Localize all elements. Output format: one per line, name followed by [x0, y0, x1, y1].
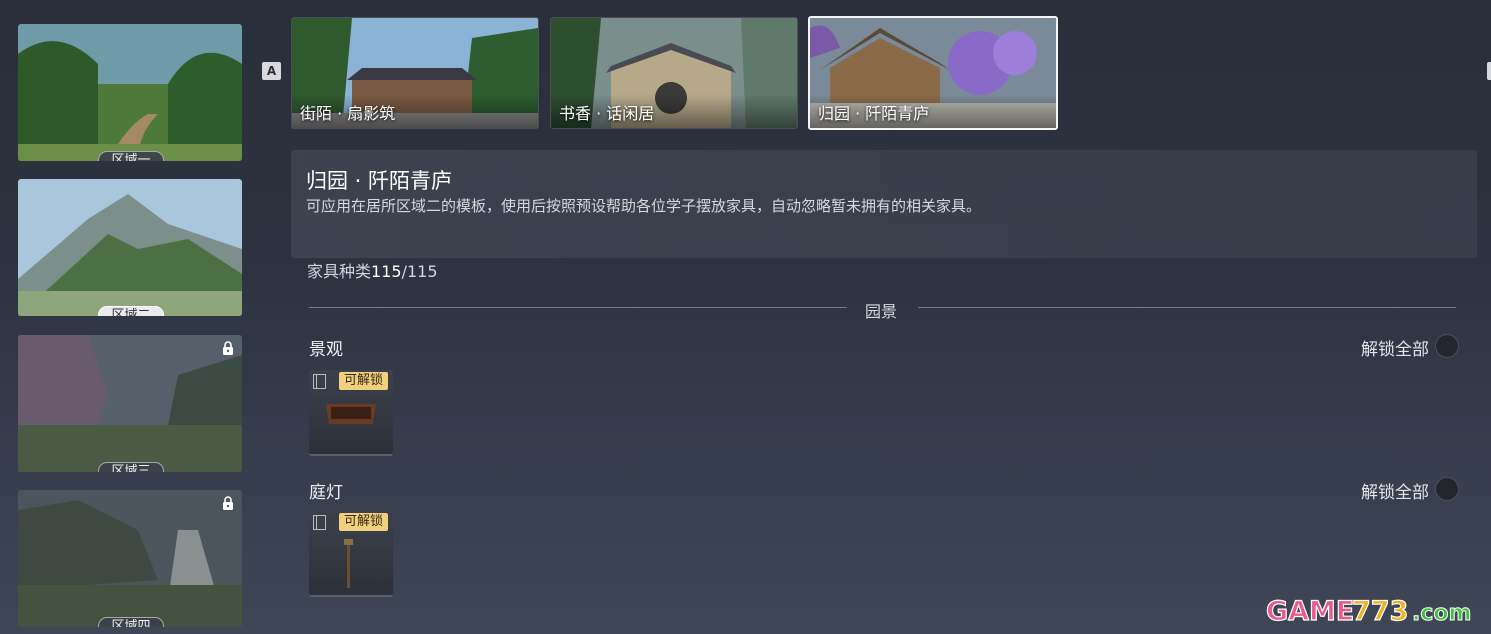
- lock-icon: [223, 496, 233, 510]
- region-label: 区域四: [98, 617, 164, 627]
- book-icon: [313, 515, 326, 530]
- unlock-all-button[interactable]: 解锁全部: [1361, 478, 1429, 503]
- unlock-all-toggle[interactable]: [1435, 334, 1459, 358]
- svg-text:773: 773: [1352, 596, 1408, 627]
- template-label: 书香 · 话闲居: [559, 104, 655, 123]
- book-icon: [313, 374, 326, 389]
- region-card-4[interactable]: 区域四: [18, 490, 242, 627]
- section-divider-left: [309, 307, 847, 308]
- svg-text:.com: .com: [1412, 601, 1471, 626]
- region-card-1[interactable]: 区域一: [18, 24, 242, 161]
- template-label: 街陌 · 扇影筑: [300, 104, 396, 123]
- unlockable-badge: 可解锁: [339, 513, 389, 531]
- template-tab-3[interactable]: 归园 · 阡陌青庐: [808, 16, 1058, 130]
- region-4-image: [18, 490, 242, 627]
- unlock-all-button[interactable]: 解锁全部: [1361, 335, 1429, 360]
- template-title: 归园 · 阡陌青庐: [306, 169, 453, 193]
- key-hint-right[interactable]: [1487, 62, 1491, 80]
- section-label: 园景: [865, 302, 898, 321]
- furniture-count-total: /115: [401, 262, 438, 281]
- furniture-count-value: 115: [371, 262, 402, 281]
- region-1-image: [18, 24, 242, 161]
- layout-template-screen: 区域一 区域二 区域三 区域四 A 街陌 · 扇影筑 书香 · 话闲居 归园 ·…: [0, 0, 1491, 634]
- category-title: 庭灯: [309, 483, 343, 503]
- unlockable-badge: 可解锁: [339, 372, 389, 390]
- landscape-item-image: [326, 404, 376, 424]
- region-card-3[interactable]: 区域三: [18, 335, 242, 472]
- region-card-2[interactable]: 区域二: [18, 179, 242, 316]
- template-label: 归园 · 阡陌青庐: [818, 104, 930, 123]
- watermark-logo: GAME 773 .com: [1265, 595, 1472, 627]
- region-2-image: [18, 179, 242, 316]
- template-tab-1[interactable]: 街陌 · 扇影筑: [291, 17, 539, 129]
- template-tab-2[interactable]: 书香 · 话闲居: [550, 17, 798, 129]
- lock-icon: [223, 341, 233, 355]
- region-3-image: [18, 335, 242, 472]
- key-hint-a[interactable]: A: [262, 62, 281, 80]
- region-label: 区域三: [98, 462, 164, 472]
- furniture-count: 家具种类115/115: [307, 258, 438, 282]
- region-label: 区域一: [98, 151, 164, 161]
- unlock-all-toggle[interactable]: [1435, 477, 1459, 501]
- template-description: 可应用在居所区域二的模板，使用后按照预设帮助各位学子摆放家具，自动忽略暂未拥有的…: [306, 197, 982, 215]
- category-title: 景观: [309, 340, 343, 360]
- svg-text:GAME: GAME: [1266, 596, 1354, 627]
- furniture-item[interactable]: 可解锁: [309, 511, 393, 597]
- section-divider-right: [918, 307, 1456, 308]
- furniture-count-label: 家具种类: [307, 262, 372, 281]
- furniture-item[interactable]: 可解锁: [309, 370, 393, 456]
- lamp-item-image: [344, 539, 353, 588]
- region-label: 区域二: [98, 306, 164, 316]
